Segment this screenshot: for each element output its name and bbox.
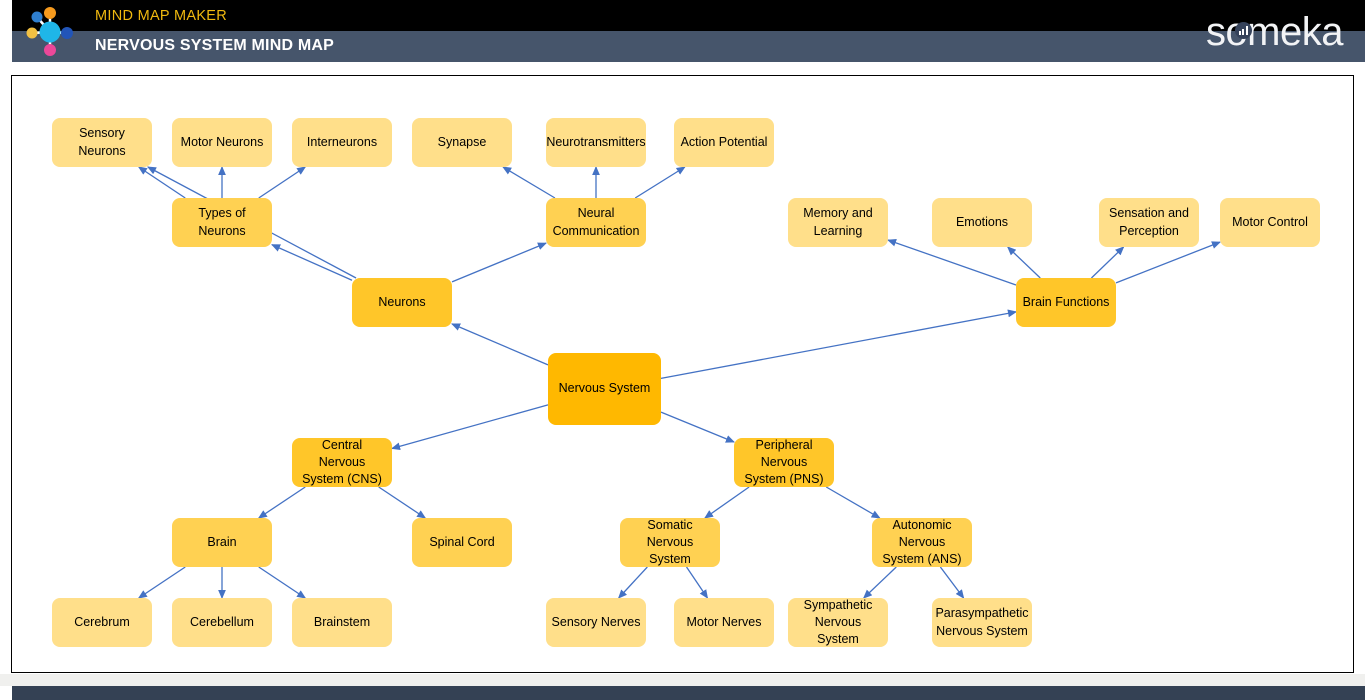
connector-autonomic-nervous-system-to-parasympathetic-nervous-system (939, 566, 965, 599)
footer-bar (12, 686, 1365, 700)
mind-map-node-spinal-cord[interactable]: Spinal Cord (412, 518, 512, 567)
header-eyebrow: MIND MAP MAKER (95, 8, 228, 24)
node-label: Memory and Learning (803, 206, 873, 238)
node-label: Emotions (955, 214, 1009, 229)
page-title: NERVOUS SYSTEM MIND MAP (95, 37, 334, 54)
connector-nervous-system-to-central-nervous-system (390, 404, 549, 451)
node-label: Brainstem (313, 614, 371, 629)
node-label: Neurotransmitters (546, 134, 646, 149)
mind-map-page: MIND MAP MAKER NERVOUS SYSTEM MIND MAP s… (0, 0, 1365, 700)
node-label: Interneurons (306, 134, 378, 149)
mind-map-node-brain[interactable]: Brain (172, 518, 272, 567)
connector-somatic-nervous-system-to-sensory-nerves (617, 566, 648, 599)
mind-map-node-motor-nerves[interactable]: Motor Nerves (674, 598, 774, 647)
connector-types-of-neurons-to-sensory-neurons (137, 166, 186, 199)
node-label: Brain Functions (1022, 294, 1110, 309)
mind-map-node-motor-control[interactable]: Motor Control (1220, 198, 1320, 247)
header-left-margin (0, 0, 12, 62)
someka-logo: someka (1205, 9, 1344, 55)
mind-map-node-synapse[interactable]: Synapse (412, 118, 512, 167)
node-label: Nervous System (558, 381, 651, 396)
someka-wordmark: someka (1205, 10, 1344, 54)
node-label: Sympathetic Nervous System (803, 598, 873, 647)
connector-neural-communication-to-synapse (502, 166, 556, 199)
connector-peripheral-nervous-system-to-somatic-nervous-system (704, 486, 750, 519)
mind-map-node-parasympathetic-nervous-system[interactable]: Parasympathetic Nervous System (932, 598, 1032, 647)
node-label: Motor Nerves (686, 614, 762, 629)
mind-map-node-nervous-system[interactable]: Nervous System (548, 353, 661, 425)
node-label: Types of Neurons (198, 206, 246, 238)
mind-map-node-somatic-nervous-system[interactable]: Somatic Nervous System (620, 518, 720, 567)
mind-map-node-memory-and-learning[interactable]: Memory and Learning (788, 198, 888, 247)
mind-map-node-cerebrum[interactable]: Cerebrum (52, 598, 152, 647)
mind-map-node-action-potential[interactable]: Action Potential (674, 118, 774, 167)
connector-somatic-nervous-system-to-motor-nerves (685, 566, 709, 599)
mind-map-node-neurons[interactable]: Neurons (352, 278, 452, 327)
connector-types-of-neurons-to-interneurons (258, 166, 307, 199)
connector-autonomic-nervous-system-to-sympathetic-nervous-system (862, 566, 897, 599)
mind-map-node-types-of-neurons[interactable]: Types of Neurons (172, 198, 272, 247)
node-label: Autonomic Nervous System (ANS) (882, 518, 962, 567)
connector-neural-communication-to-action-potential (634, 166, 686, 199)
canvas-bottom-gap (0, 674, 1365, 686)
node-label: Action Potential (680, 134, 768, 149)
mind-map-node-peripheral-nervous-system[interactable]: Peripheral Nervous System (PNS) (734, 438, 834, 487)
mind-map-node-motor-neurons[interactable]: Motor Neurons (172, 118, 272, 167)
mind-map-node-sensory-neurons[interactable]: Sensory Neurons (52, 118, 152, 167)
bar-chart-icon (1234, 22, 1252, 39)
connector-brain-to-cerebrum (137, 566, 186, 599)
network-nodes-icon (26, 7, 73, 56)
node-label: Parasympathetic Nervous System (935, 606, 1029, 638)
connector-central-nervous-system-to-spinal-cord (378, 486, 427, 519)
mind-map-node-sensation-perception[interactable]: Sensation and Perception (1099, 198, 1199, 247)
mind-map-node-sensory-nerves[interactable]: Sensory Nerves (546, 598, 646, 647)
connector-nervous-system-to-brain-functions (660, 309, 1018, 380)
node-label: Cerebellum (190, 614, 254, 629)
mind-map-node-emotions[interactable]: Emotions (932, 198, 1032, 247)
mind-map-node-brain-functions[interactable]: Brain Functions (1016, 278, 1116, 327)
mind-map-node-sympathetic-nervous-system[interactable]: Sympathetic Nervous System (788, 598, 888, 647)
node-label: Motor Control (1232, 214, 1308, 229)
node-label: Somatic Nervous System (646, 518, 694, 567)
mind-map-node-autonomic-nervous-system[interactable]: Autonomic Nervous System (ANS) (872, 518, 972, 567)
node-label: Sensory Neurons (78, 126, 126, 158)
connector-brain-to-brainstem (258, 566, 307, 599)
mind-map-node-interneurons[interactable]: Interneurons (292, 118, 392, 167)
mind-map-canvas: Sensory Neurons Motor Neurons Interneurons… (11, 75, 1354, 673)
connector-central-nervous-system-to-brain (257, 486, 306, 519)
connector-nervous-system-to-neurons (451, 323, 549, 366)
mind-map-node-neurotransmitters[interactable]: Neurotransmitters (546, 118, 646, 167)
connector-neurons-to-neural-communication (451, 242, 547, 283)
connector-brain-functions-to-emotions (1006, 246, 1041, 279)
node-label: Spinal Cord (429, 534, 495, 549)
node-label: Central Nervous System (CNS) (302, 438, 382, 487)
mind-map-node-neural-communication[interactable]: Neural Communication (546, 198, 646, 247)
mind-map-node-brainstem[interactable]: Brainstem (292, 598, 392, 647)
connector-nervous-system-to-peripheral-nervous-system (660, 411, 735, 443)
node-label: Brain (207, 534, 237, 549)
node-label: Sensation and Perception (1109, 206, 1189, 238)
mind-map-node-cerebellum[interactable]: Cerebellum (172, 598, 272, 647)
node-label: Motor Neurons (180, 134, 264, 149)
node-label: Sensory Nerves (551, 614, 641, 629)
connector-brain-functions-to-sensation-perception (1090, 246, 1125, 279)
node-label: Synapse (437, 134, 487, 149)
node-label: Cerebrum (74, 614, 130, 629)
node-label: Peripheral Nervous System (PNS) (744, 438, 824, 487)
node-label: Neural Communication (552, 206, 640, 238)
mind-map-node-central-nervous-system[interactable]: Central Nervous System (CNS) (292, 438, 392, 487)
mind-map-diagram: Sensory Neurons Motor Neurons Interneurons… (12, 76, 1355, 674)
connector-brain-functions-to-motor-control (1115, 241, 1221, 284)
node-label: Neurons (378, 294, 426, 309)
connector-neurons-to-types-of-neurons (271, 244, 353, 281)
connector-peripheral-nervous-system-to-autonomic-nervous-system (825, 486, 881, 519)
